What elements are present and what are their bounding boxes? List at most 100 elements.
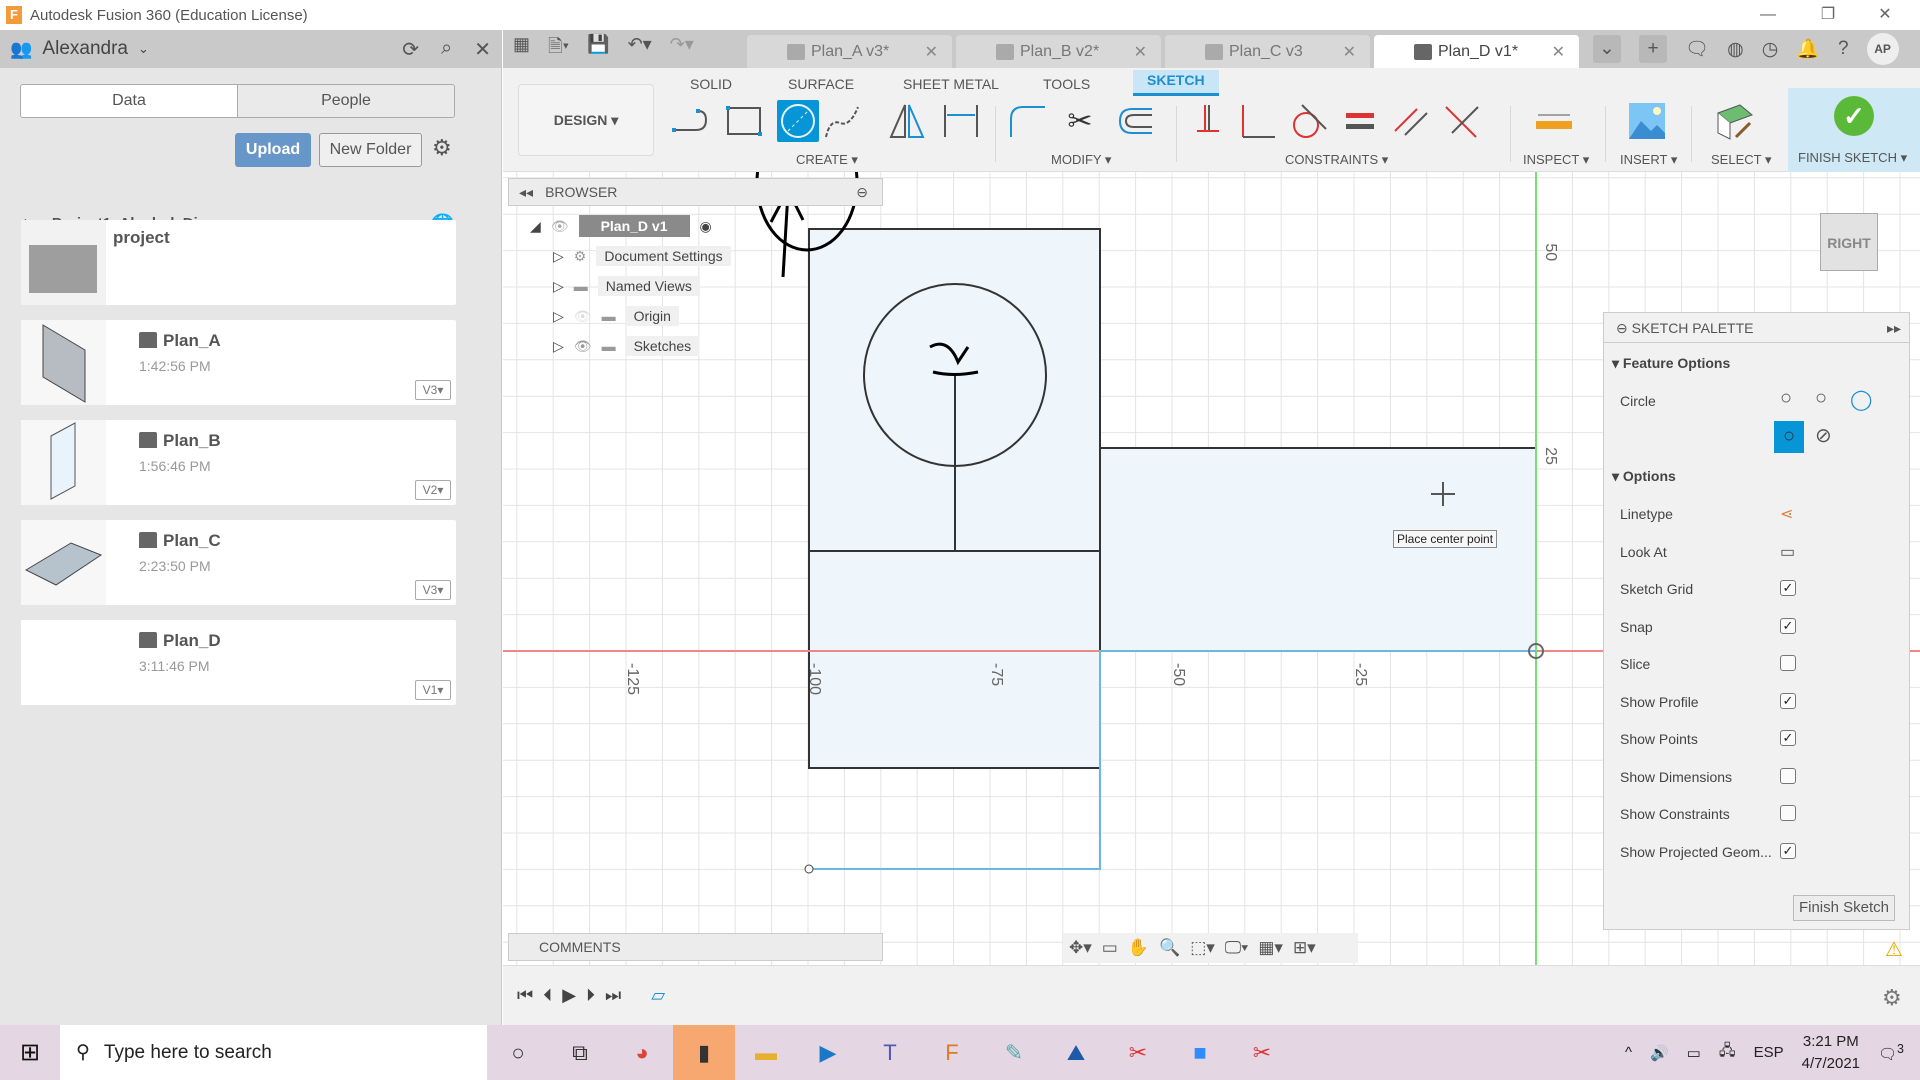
upload-button[interactable]: Upload [235, 133, 311, 167]
file-item[interactable]: Plan_B 1:56:46 PM V2▾ [21, 420, 456, 505]
zoom-app-icon[interactable]: ■ [1169, 1025, 1231, 1080]
notepad-icon[interactable]: ✎ [983, 1025, 1045, 1080]
expand-arrow-icon[interactable]: ▷ [553, 308, 564, 325]
minus-icon[interactable]: ⊖ [1616, 320, 1632, 336]
doc-tab[interactable]: Plan_C v3 ✕ [1165, 35, 1370, 68]
options-header[interactable]: ▾ Options [1612, 468, 1676, 485]
spline-tool-icon[interactable] [821, 100, 863, 142]
browser-root[interactable]: ◢ 👁 Plan_D v1 ◉ [530, 214, 712, 238]
viewcube[interactable]: RIGHT [1820, 213, 1878, 271]
palette-checkbox[interactable]: ✓ [1780, 730, 1796, 746]
fit-window-icon[interactable]: ⬚▾ [1190, 938, 1215, 958]
constraints-menu[interactable]: CONSTRAINTS ▾ [1285, 152, 1388, 168]
apps-grid-icon[interactable]: ▦ [513, 34, 530, 64]
next-frame-icon[interactable]: ⏵ [586, 985, 595, 1006]
fix-constraint-icon[interactable] [1186, 100, 1228, 142]
mirror-tool-icon[interactable] [886, 100, 928, 142]
coincident-constraint-icon[interactable] [1441, 100, 1483, 142]
comments-panel[interactable]: COMMENTS [508, 933, 883, 961]
task-view-icon[interactable]: ⧉ [549, 1025, 611, 1080]
undo-icon[interactable]: ↶▾ [628, 34, 652, 64]
help-icon[interactable]: ? [1838, 38, 1849, 60]
doc-tab[interactable]: Plan_B v2* ✕ [956, 35, 1161, 68]
grid-settings-icon[interactable]: ▦▾ [1258, 938, 1283, 958]
teams-icon[interactable]: T [859, 1025, 921, 1080]
job-status-icon[interactable]: ◷ [1762, 38, 1779, 61]
project-tool-icon[interactable] [940, 100, 982, 142]
tab-tools[interactable]: TOOLS [1043, 74, 1090, 94]
look-at-icon[interactable]: ▭ [1102, 938, 1118, 958]
modify-menu[interactable]: MODIFY ▾ [1051, 152, 1111, 168]
expand-palette-icon[interactable]: ▸▸ [1887, 313, 1901, 343]
close-tab-icon[interactable]: ✕ [1552, 42, 1565, 62]
browser-item[interactable]: ▷ 👁 ▬ Sketches [553, 334, 700, 358]
tab-people[interactable]: People [238, 85, 454, 117]
insert-image-icon[interactable] [1626, 100, 1668, 142]
timeline-sketch-marker-icon[interactable]: ▱ [651, 985, 665, 1006]
battery-icon[interactable]: ▭ [1687, 1044, 1701, 1062]
fillet-tool-icon[interactable] [1006, 100, 1048, 142]
line-tool-icon[interactable] [671, 100, 713, 142]
look-at-icon[interactable]: ▭ [1780, 542, 1795, 562]
action-center-icon[interactable]: 🗨3 [1878, 1042, 1904, 1063]
notification-bell-icon[interactable]: 🔔 [1796, 37, 1820, 61]
browser-item[interactable]: ▷ 👁 ▬ Origin [553, 304, 679, 328]
chrome-icon[interactable]: ◕ [611, 1025, 673, 1080]
avatar[interactable]: AP [1866, 33, 1899, 65]
display-settings-icon[interactable]: 🖵▾ [1225, 938, 1249, 958]
gear-icon[interactable]: ⚙ [432, 135, 452, 161]
minimize-button[interactable]: — [1745, 0, 1791, 30]
snipping-tool-icon[interactable]: ✂ [1107, 1025, 1169, 1080]
workspace-dropdown[interactable]: DESIGN ▾ [518, 84, 654, 156]
tangent-constraint-icon[interactable] [1287, 100, 1329, 142]
zoom-icon[interactable]: 🔍 [1159, 938, 1180, 958]
expand-arrow-icon[interactable]: ▷ [553, 338, 564, 355]
eye-icon[interactable]: 👁 [574, 338, 592, 355]
show-hidden-icons[interactable]: ^ [1625, 1044, 1632, 1061]
feature-options-header[interactable]: ▾ Feature Options [1612, 355, 1730, 372]
pan-hand-icon[interactable]: ✋ [1128, 938, 1149, 958]
restore-button[interactable]: ❐ [1805, 0, 1851, 30]
new-folder-button[interactable]: New Folder [319, 133, 422, 167]
center-circle-active-icon[interactable]: ○ [1774, 421, 1804, 453]
tab-solid[interactable]: SOLID [690, 74, 732, 94]
version-dropdown[interactable]: V3▾ [415, 580, 451, 600]
file-item[interactable]: Plan_D 3:11:46 PM V1▾ [21, 620, 456, 705]
two-point-circle-icon[interactable]: ○ [1815, 387, 1827, 410]
volume-icon[interactable]: 🔊 [1650, 1044, 1669, 1062]
close-tab-icon[interactable]: ✕ [1134, 42, 1147, 62]
folder-item[interactable]: project [21, 220, 456, 305]
tab-sketch[interactable]: SKETCH [1133, 70, 1219, 96]
measure-icon[interactable] [1533, 100, 1575, 142]
perpendicular-constraint-icon[interactable] [1236, 100, 1278, 142]
clock[interactable]: 3:21 PM 4/7/2021 [1802, 1031, 1860, 1075]
inspect-menu[interactable]: INSPECT ▾ [1523, 152, 1589, 168]
last-frame-icon[interactable]: ⏭ [605, 985, 621, 1006]
network-icon[interactable]: 🖧 [1719, 1040, 1736, 1065]
doc-tab-active[interactable]: Plan_D v1* ✕ [1374, 35, 1579, 68]
cortana-icon[interactable]: ○ [487, 1025, 549, 1080]
photos-icon[interactable]: ⛰ [1045, 1025, 1107, 1080]
refresh-icon[interactable]: ⟳ [402, 37, 419, 62]
file-item[interactable]: Plan_A 1:42:56 PM V3▾ [21, 320, 456, 405]
close-tab-icon[interactable]: ✕ [925, 42, 938, 62]
file-menu-icon[interactable]: 🗎▾ [548, 34, 569, 64]
center-diameter-circle-icon[interactable]: ○ [1780, 387, 1792, 410]
first-frame-icon[interactable]: ⏮ [517, 985, 533, 1006]
snip-sketch-icon[interactable]: ✂ [1231, 1025, 1293, 1080]
palette-checkbox[interactable] [1780, 805, 1796, 821]
close-button[interactable]: ✕ [1862, 0, 1908, 30]
finish-sketch-button[interactable]: ✓ FINISH SKETCH ▾ [1788, 88, 1920, 172]
search-icon[interactable]: ⌕ [441, 37, 452, 62]
minus-icon[interactable]: ⊖ [856, 179, 868, 205]
close-tab-icon[interactable]: ✕ [1343, 42, 1356, 62]
tab-data[interactable]: Data [21, 85, 238, 117]
three-point-circle-icon[interactable]: ◯ [1850, 387, 1872, 412]
redo-icon[interactable]: ↷▾ [670, 34, 694, 64]
palette-checkbox[interactable]: ✓ [1780, 842, 1796, 859]
windows-start-icon[interactable]: ⊞ [0, 1038, 60, 1067]
close-panel-icon[interactable]: ✕ [474, 37, 491, 62]
activate-radio-icon[interactable]: ◉ [700, 218, 712, 235]
expand-triangle-icon[interactable]: ◢ [530, 218, 541, 235]
version-dropdown[interactable]: V1▾ [415, 680, 451, 700]
